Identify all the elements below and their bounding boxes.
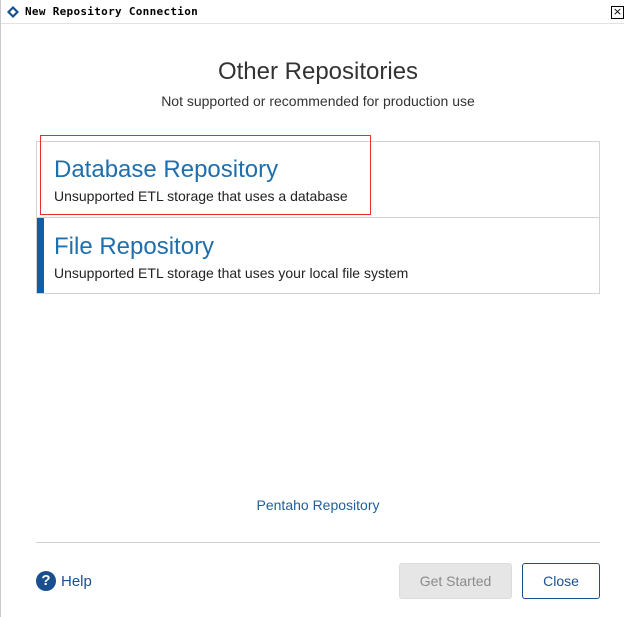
window-title: New Repository Connection: [25, 5, 199, 18]
page-title: Other Repositories: [217, 58, 419, 85]
database-repository-option[interactable]: Database Repository Unsupported ETL stor…: [37, 142, 599, 218]
help-icon: ?: [36, 571, 56, 591]
title-bar[interactable]: New Repository Connection ×: [1, 0, 624, 24]
pentaho-diamond-icon: [7, 6, 19, 18]
repository-list: Database Repository Unsupported ETL stor…: [36, 141, 600, 294]
help-label: Help: [61, 572, 92, 590]
new-repository-connection-dialog: New Repository Connection × Other Reposi…: [0, 0, 624, 617]
get-started-button[interactable]: Get Started: [399, 563, 512, 599]
repository-description: Unsupported ETL storage that uses your l…: [54, 265, 409, 281]
repository-name: File Repository: [54, 233, 215, 260]
repository-description: Unsupported ETL storage that uses a data…: [54, 188, 348, 204]
window-close-icon[interactable]: ×: [611, 6, 624, 19]
selection-accent-bar: [37, 218, 44, 293]
help-link[interactable]: ? Help: [36, 571, 92, 591]
file-repository-option[interactable]: File Repository Unsupported ETL storage …: [37, 218, 599, 293]
page-subtitle: Not supported or recommended for product…: [161, 93, 475, 109]
repository-name: Database Repository: [54, 156, 279, 183]
footer-divider: [36, 542, 600, 543]
pentaho-repository-link[interactable]: Pentaho Repository: [1, 497, 624, 513]
close-button[interactable]: Close: [522, 563, 600, 599]
